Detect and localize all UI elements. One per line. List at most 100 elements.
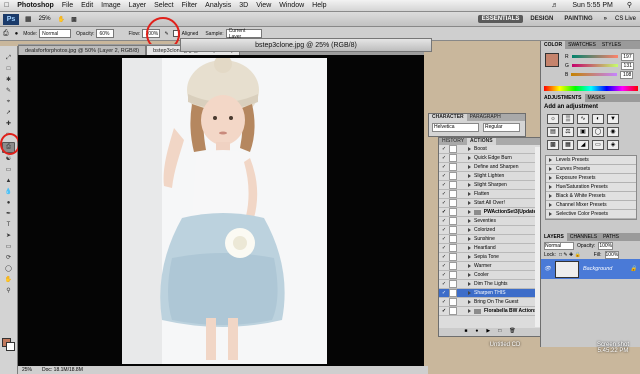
levels-icon[interactable]: ▒ — [562, 114, 574, 124]
action-row[interactable]: ✓ Sunshine — [439, 235, 541, 244]
action-dialog-toggle[interactable] — [449, 271, 457, 279]
action-enabled-check-icon[interactable]: ✓ — [441, 308, 447, 314]
zoom-level[interactable]: 25% — [39, 16, 51, 22]
menu-help[interactable]: Help — [308, 2, 330, 9]
mode-select[interactable]: Normal — [39, 29, 72, 38]
action-dialog-toggle[interactable] — [449, 145, 457, 153]
menu-analysis[interactable]: Analysis — [201, 2, 235, 9]
opacity-input[interactable]: 60% — [96, 29, 115, 38]
action-dialog-toggle[interactable] — [449, 154, 457, 162]
action-enabled-check-icon[interactable]: ✓ — [441, 146, 447, 152]
type-tool-icon[interactable]: T — [3, 221, 14, 230]
layer-background[interactable]: 👁 Background 🔒 — [541, 259, 640, 279]
posterize-icon[interactable]: ▦ — [562, 140, 574, 150]
menu-3d[interactable]: 3D — [235, 2, 252, 9]
action-enabled-check-icon[interactable]: ✓ — [441, 290, 447, 296]
expand-triangle-icon[interactable] — [468, 246, 471, 250]
tab-history[interactable]: HISTORY — [439, 138, 467, 145]
preset-channel-mixer[interactable]: Channel Mixer Presets — [546, 201, 636, 210]
action-enabled-check-icon[interactable]: ✓ — [441, 209, 447, 215]
workspace-design[interactable]: DESIGN — [526, 15, 557, 23]
hand-tool-icon[interactable]: ✋ — [3, 276, 14, 285]
action-dialog-toggle[interactable] — [448, 208, 457, 216]
blend-mode-select[interactable]: Normal — [544, 241, 574, 250]
action-enabled-check-icon[interactable]: ✓ — [441, 182, 447, 188]
eraser-tool-icon[interactable]: ▭ — [3, 166, 14, 175]
tab-channels[interactable]: CHANNELS — [567, 233, 600, 241]
pen-tool-icon[interactable]: ✒ — [3, 210, 14, 219]
stop-icon[interactable]: ■ — [464, 328, 467, 336]
expand-triangle-icon[interactable] — [468, 291, 471, 295]
cs-live-label[interactable]: CS Live — [615, 16, 636, 22]
preset-levels[interactable]: Levels Presets — [546, 156, 636, 165]
action-row[interactable]: ✓ Cooler — [439, 271, 541, 280]
expand-triangle-icon[interactable] — [468, 237, 471, 241]
invert-icon[interactable]: ▩ — [547, 140, 559, 150]
tab-masks[interactable]: MASKS — [585, 94, 609, 102]
expand-triangle-icon[interactable] — [468, 219, 471, 223]
curves-icon[interactable]: ∿ — [577, 114, 589, 124]
clock[interactable]: Sun 5:55 PM — [568, 2, 616, 9]
tab-paths[interactable]: PATHS — [600, 233, 622, 241]
vibrance-icon[interactable]: ▼ — [607, 114, 619, 124]
marquee-tool-icon[interactable]: □ — [3, 65, 14, 74]
desktop-screenshot-label[interactable]: Screen shot 5.45.22 PM — [588, 342, 638, 354]
action-dialog-toggle[interactable] — [449, 289, 457, 297]
font-family-select[interactable]: Helvetica — [432, 123, 479, 132]
tab-styles[interactable]: STYLES — [599, 41, 624, 49]
font-style-select[interactable]: Regular — [483, 123, 520, 132]
action-row[interactable]: ✓ Warmer — [439, 262, 541, 271]
action-enabled-check-icon[interactable]: ✓ — [441, 281, 447, 287]
expand-triangle-icon[interactable] — [468, 183, 471, 187]
expand-triangle-icon[interactable] — [468, 156, 471, 160]
action-dialog-toggle[interactable] — [449, 190, 457, 198]
black-white-icon[interactable]: ▣ — [577, 127, 589, 137]
menu-image[interactable]: Image — [97, 2, 124, 9]
expand-triangle-icon[interactable] — [467, 210, 471, 214]
app-menu[interactable]: Photoshop — [13, 2, 58, 9]
sample-select[interactable]: Current Layer — [225, 28, 262, 40]
action-enabled-check-icon[interactable]: ✓ — [441, 272, 447, 278]
preset-selective-color[interactable]: Selective Color Presets — [546, 210, 636, 219]
workspace-painting[interactable]: PAINTING — [560, 15, 596, 23]
channel-g-value[interactable]: 131 — [620, 61, 634, 70]
tab-character[interactable]: CHARACTER — [429, 114, 467, 121]
color-slider-b[interactable]: B 108 — [541, 70, 640, 79]
workspace-more-icon[interactable]: » — [600, 15, 611, 23]
hue-saturation-icon[interactable]: ▤ — [547, 127, 559, 137]
fill-input[interactable]: 100% — [604, 250, 620, 259]
expand-triangle-icon[interactable] — [468, 165, 471, 169]
expand-triangle-icon[interactable] — [468, 300, 471, 304]
action-row[interactable]: ✓ Define and Sharpen — [439, 163, 541, 172]
background-color-swatch[interactable] — [6, 342, 15, 351]
menu-edit[interactable]: Edit — [77, 2, 97, 9]
trash-icon[interactable]: 🗑 — [509, 328, 515, 336]
action-row[interactable]: ✓ Slight Sharpen — [439, 181, 541, 190]
action-row[interactable]: ✓ Boost — [439, 145, 541, 154]
path-select-tool-icon[interactable]: ➤ — [3, 232, 14, 241]
expand-triangle-icon[interactable] — [468, 255, 471, 259]
tab-swatches[interactable]: SWATCHES — [565, 41, 599, 49]
exposure-icon[interactable]: ◐ — [592, 114, 604, 124]
quick-select-tool-icon[interactable]: ✎ — [3, 87, 14, 96]
action-row[interactable]: ✓ Sharpen THIS — [439, 289, 541, 298]
gradient-map-icon[interactable]: ▭ — [592, 140, 604, 150]
workspace-essentials[interactable]: ESSENTIALS — [477, 15, 524, 23]
healing-tool-icon[interactable]: ✚ — [3, 120, 14, 129]
action-dialog-toggle[interactable] — [449, 172, 457, 180]
crop-tool-icon[interactable]: ⌖ — [3, 98, 14, 107]
preset-curves[interactable]: Curves Presets — [546, 165, 636, 174]
preset-exposure[interactable]: Exposure Presets — [546, 174, 636, 183]
tab-layers[interactable]: LAYERS — [541, 233, 567, 241]
expand-triangle-icon[interactable] — [468, 201, 471, 205]
lasso-tool-icon[interactable]: ✱ — [3, 76, 14, 85]
gradient-tool-icon[interactable]: ▲ — [3, 177, 14, 186]
action-set-row[interactable]: ✓ PWActionSet3(Updated) — [439, 208, 541, 217]
status-zoom[interactable]: 25% — [22, 367, 32, 373]
expand-triangle-icon[interactable] — [468, 147, 471, 151]
action-row[interactable]: ✓ Seventies — [439, 217, 541, 226]
channel-b-value[interactable]: 108 — [620, 70, 634, 79]
action-dialog-toggle[interactable] — [449, 307, 457, 315]
action-row[interactable]: ✓ Quick Edge Burn — [439, 154, 541, 163]
desktop-disc-label[interactable]: Untitled CD — [480, 342, 530, 348]
